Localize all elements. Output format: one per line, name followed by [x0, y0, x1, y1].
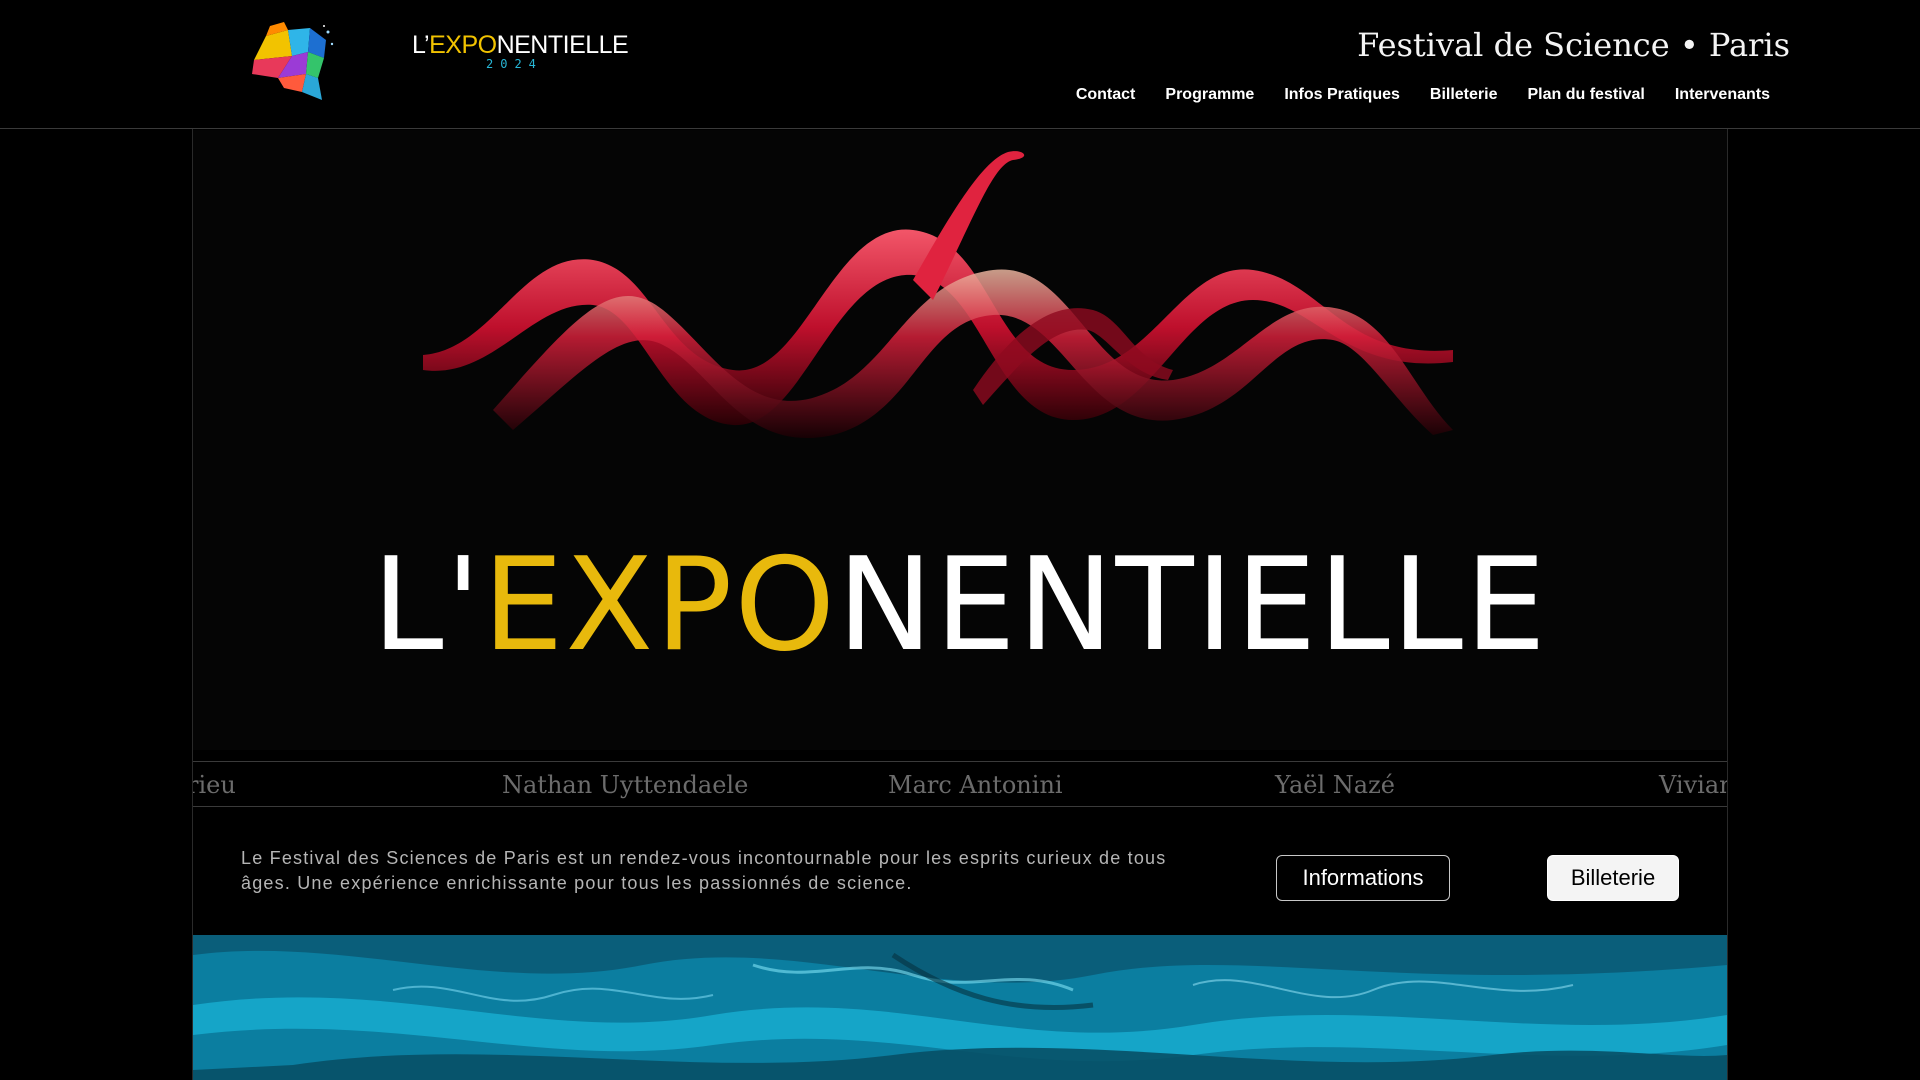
nav-programme[interactable]: Programme [1165, 86, 1254, 104]
main-nav: Contact Programme Infos Pratiques Billet… [1076, 86, 1770, 104]
hero-section: L'EXPONENTIELLE [193, 130, 1727, 750]
red-ribbon-illustration [423, 151, 1453, 439]
speaker-name[interactable]: Yaël Nazé [1275, 771, 1395, 799]
informations-button[interactable]: Informations [1276, 855, 1450, 901]
site-tagline: Festival de Science • Paris [1357, 26, 1790, 64]
nav-contact[interactable]: Contact [1076, 86, 1136, 104]
intro-text: Le Festival des Sciences de Paris est un… [241, 848, 1167, 893]
fluid-art-image [193, 935, 1727, 1080]
billeterie-button[interactable]: Billeterie [1547, 855, 1679, 901]
speakers-marquee: rieu Nathan Uyttendaele Marc Antonini Ya… [193, 761, 1727, 807]
wordmark-highlight: EXPO [429, 31, 497, 59]
hero-title: L'EXPONENTIELLE [193, 542, 1727, 670]
hero-title-suffix: NENTIELLE [837, 531, 1548, 680]
nav-plan-du-festival[interactable]: Plan du festival [1527, 86, 1644, 104]
site-header: L’EXPONENTIELLE 2024 Festival de Science… [0, 0, 1920, 129]
hero-title-prefix: L' [372, 531, 483, 680]
nav-billeterie[interactable]: Billeterie [1430, 86, 1498, 104]
nav-infos-pratiques[interactable]: Infos Pratiques [1284, 86, 1400, 104]
hero-title-highlight: EXPO [482, 531, 838, 680]
speaker-name[interactable]: Vivian [1659, 771, 1727, 799]
brain-logo-icon[interactable] [244, 22, 336, 104]
wordmark-year: 2024 [486, 57, 543, 71]
wordmark-prefix: L’ [412, 31, 430, 59]
speaker-name[interactable]: Marc Antonini [888, 771, 1063, 799]
festival-wordmark[interactable]: L’EXPONENTIELLE 2024 [412, 31, 629, 72]
frame-line-right [1727, 0, 1728, 1080]
speaker-name[interactable]: Nathan Uyttendaele [502, 771, 748, 799]
nav-intervenants[interactable]: Intervenants [1675, 86, 1770, 104]
wordmark-suffix: NENTIELLE [496, 31, 629, 59]
speaker-name[interactable]: rieu [193, 771, 236, 799]
